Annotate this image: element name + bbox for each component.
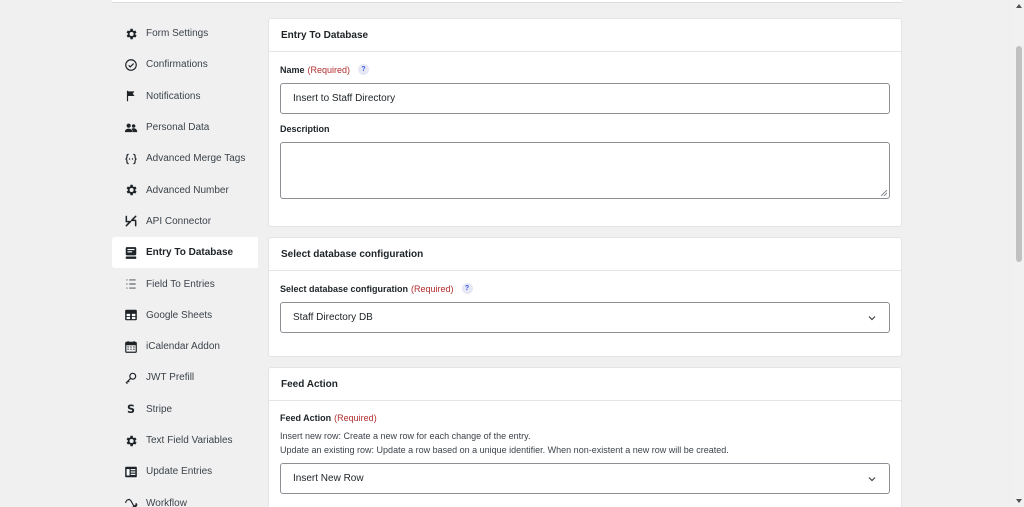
db-config-select[interactable]: Staff Directory DB [280, 302, 890, 333]
gear-icon [123, 183, 138, 198]
help-icon[interactable]: ? [461, 283, 473, 294]
sidebar-item-label: Advanced Number [146, 184, 229, 196]
sidebar-item-google-sheets[interactable]: Google Sheets [112, 300, 258, 331]
panel-title: Select database configuration [269, 238, 901, 271]
name-label-text: Name [280, 64, 305, 75]
sidebar-item-form-settings[interactable]: Form Settings [112, 18, 258, 49]
sidebar-item-label: JWT Prefill [146, 372, 195, 384]
required-marker: (Required) [334, 413, 377, 423]
sidebar-item-update-entries[interactable]: Update Entries [112, 456, 258, 487]
name-field-label: Name (Required) ? [280, 64, 889, 75]
scroll-down-icon[interactable] [1016, 499, 1022, 503]
update-icon [123, 464, 138, 479]
panel-title: Feed Action [269, 368, 901, 401]
sidebar-item-label: Entry To Database [146, 247, 234, 259]
sidebar-item-label: Field To Entries [146, 278, 215, 290]
db-config-field-label: Select database configuration (Required)… [280, 283, 889, 294]
required-marker: (Required) [411, 283, 454, 294]
sidebar-item-field-to-entries[interactable]: Field To Entries [112, 268, 258, 299]
db-config-label-text: Select database configuration [280, 283, 409, 294]
sidebar-item-label: Notifications [146, 90, 201, 102]
feed-action-selected: Insert New Row [293, 473, 364, 484]
description-field-label: Description [280, 124, 889, 134]
database-configuration-panel: Select database configuration Select dat… [268, 237, 902, 357]
sidebar-item-label: Text Field Variables [146, 435, 233, 446]
name-input-value: Insert to Staff Directory [293, 93, 396, 104]
sidebar-item-workflow[interactable]: Workflow [112, 487, 258, 507]
gear-icon [123, 433, 138, 448]
svg-text:S: S [127, 403, 135, 416]
settings-sidebar: Form Settings Confirmations Notification… [112, 18, 258, 507]
calendar-icon [123, 339, 138, 354]
feed-action-select[interactable]: Insert New Row [280, 463, 890, 494]
feed-action-panel: Feed Action Feed Action (Required) Inser… [268, 367, 902, 507]
resize-handle-icon[interactable] [881, 190, 887, 196]
sidebar-item-text-field-variables[interactable]: Text Field Variables [112, 425, 258, 456]
workflow-icon [123, 496, 138, 507]
sidebar-item-label: Stripe [146, 403, 173, 415]
sidebar-item-entry-to-database[interactable]: Entry To Database [112, 237, 258, 269]
sidebar-item-personal-data[interactable]: Personal Data [112, 112, 258, 143]
table-icon [123, 308, 138, 323]
description-textarea[interactable] [280, 142, 890, 199]
sidebar-item-label: Personal Data [146, 122, 210, 134]
scroll-up-icon[interactable] [1016, 4, 1022, 8]
key-icon [123, 370, 138, 385]
settings-main: Entry To Database Name (Required) ? Inse… [268, 18, 902, 507]
sidebar-item-api-connector[interactable]: API Connector [112, 206, 258, 237]
sidebar-item-confirmations[interactable]: Confirmations [112, 49, 258, 80]
database-icon [123, 245, 138, 260]
sidebar-item-label: Form Settings [146, 28, 209, 40]
stripe-icon: S [123, 402, 138, 417]
scrollbar-thumb[interactable] [1016, 46, 1022, 262]
sidebar-item-label: Advanced Merge Tags [146, 153, 246, 165]
chevron-down-icon [867, 474, 877, 484]
sidebar-item-label: Workflow [146, 497, 187, 507]
name-input[interactable]: Insert to Staff Directory [280, 83, 890, 114]
sidebar-item-label: API Connector [146, 215, 212, 227]
list-icon [123, 277, 138, 292]
sidebar-item-advanced-merge-tags[interactable]: Advanced Merge Tags [112, 143, 258, 174]
sidebar-item-icalendar-addon[interactable]: iCalendar Addon [112, 331, 258, 362]
connector-icon [123, 214, 138, 229]
users-icon [123, 120, 138, 135]
sidebar-item-notifications[interactable]: Notifications [112, 81, 258, 112]
feed-action-help-line-2: Update an existing row: Update a row bas… [280, 445, 729, 455]
help-icon[interactable]: ? [358, 64, 370, 75]
required-marker: (Required) [307, 64, 351, 75]
entry-to-database-panel: Entry To Database Name (Required) ? Inse… [268, 18, 902, 227]
db-config-selected: Staff Directory DB [293, 312, 373, 323]
flag-icon [123, 89, 138, 104]
top-strip [112, 0, 902, 3]
sidebar-item-label: Update Entries [146, 466, 213, 478]
panel-title: Entry To Database [269, 19, 901, 52]
sidebar-item-jwt-prefill[interactable]: JWT Prefill [112, 362, 258, 393]
sidebar-item-label: iCalendar Addon [146, 341, 220, 353]
feed-action-help-line-1: Insert new row: Create a new row for eac… [280, 431, 531, 441]
sidebar-item-stripe[interactable]: S Stripe [112, 394, 258, 425]
sidebar-item-advanced-number[interactable]: Advanced Number [112, 174, 258, 205]
sidebar-item-label: Confirmations [146, 59, 208, 71]
feed-action-field-label: Feed Action (Required) [280, 413, 889, 423]
description-label-text: Description [280, 124, 330, 134]
braces-icon [123, 151, 138, 166]
feed-action-label-text: Feed Action [280, 413, 332, 423]
page-scrollbar[interactable] [1014, 0, 1024, 507]
gear-icon [123, 26, 138, 41]
chevron-down-icon [867, 313, 877, 323]
check-circle-icon [123, 57, 138, 72]
sidebar-item-label: Google Sheets [146, 309, 213, 321]
